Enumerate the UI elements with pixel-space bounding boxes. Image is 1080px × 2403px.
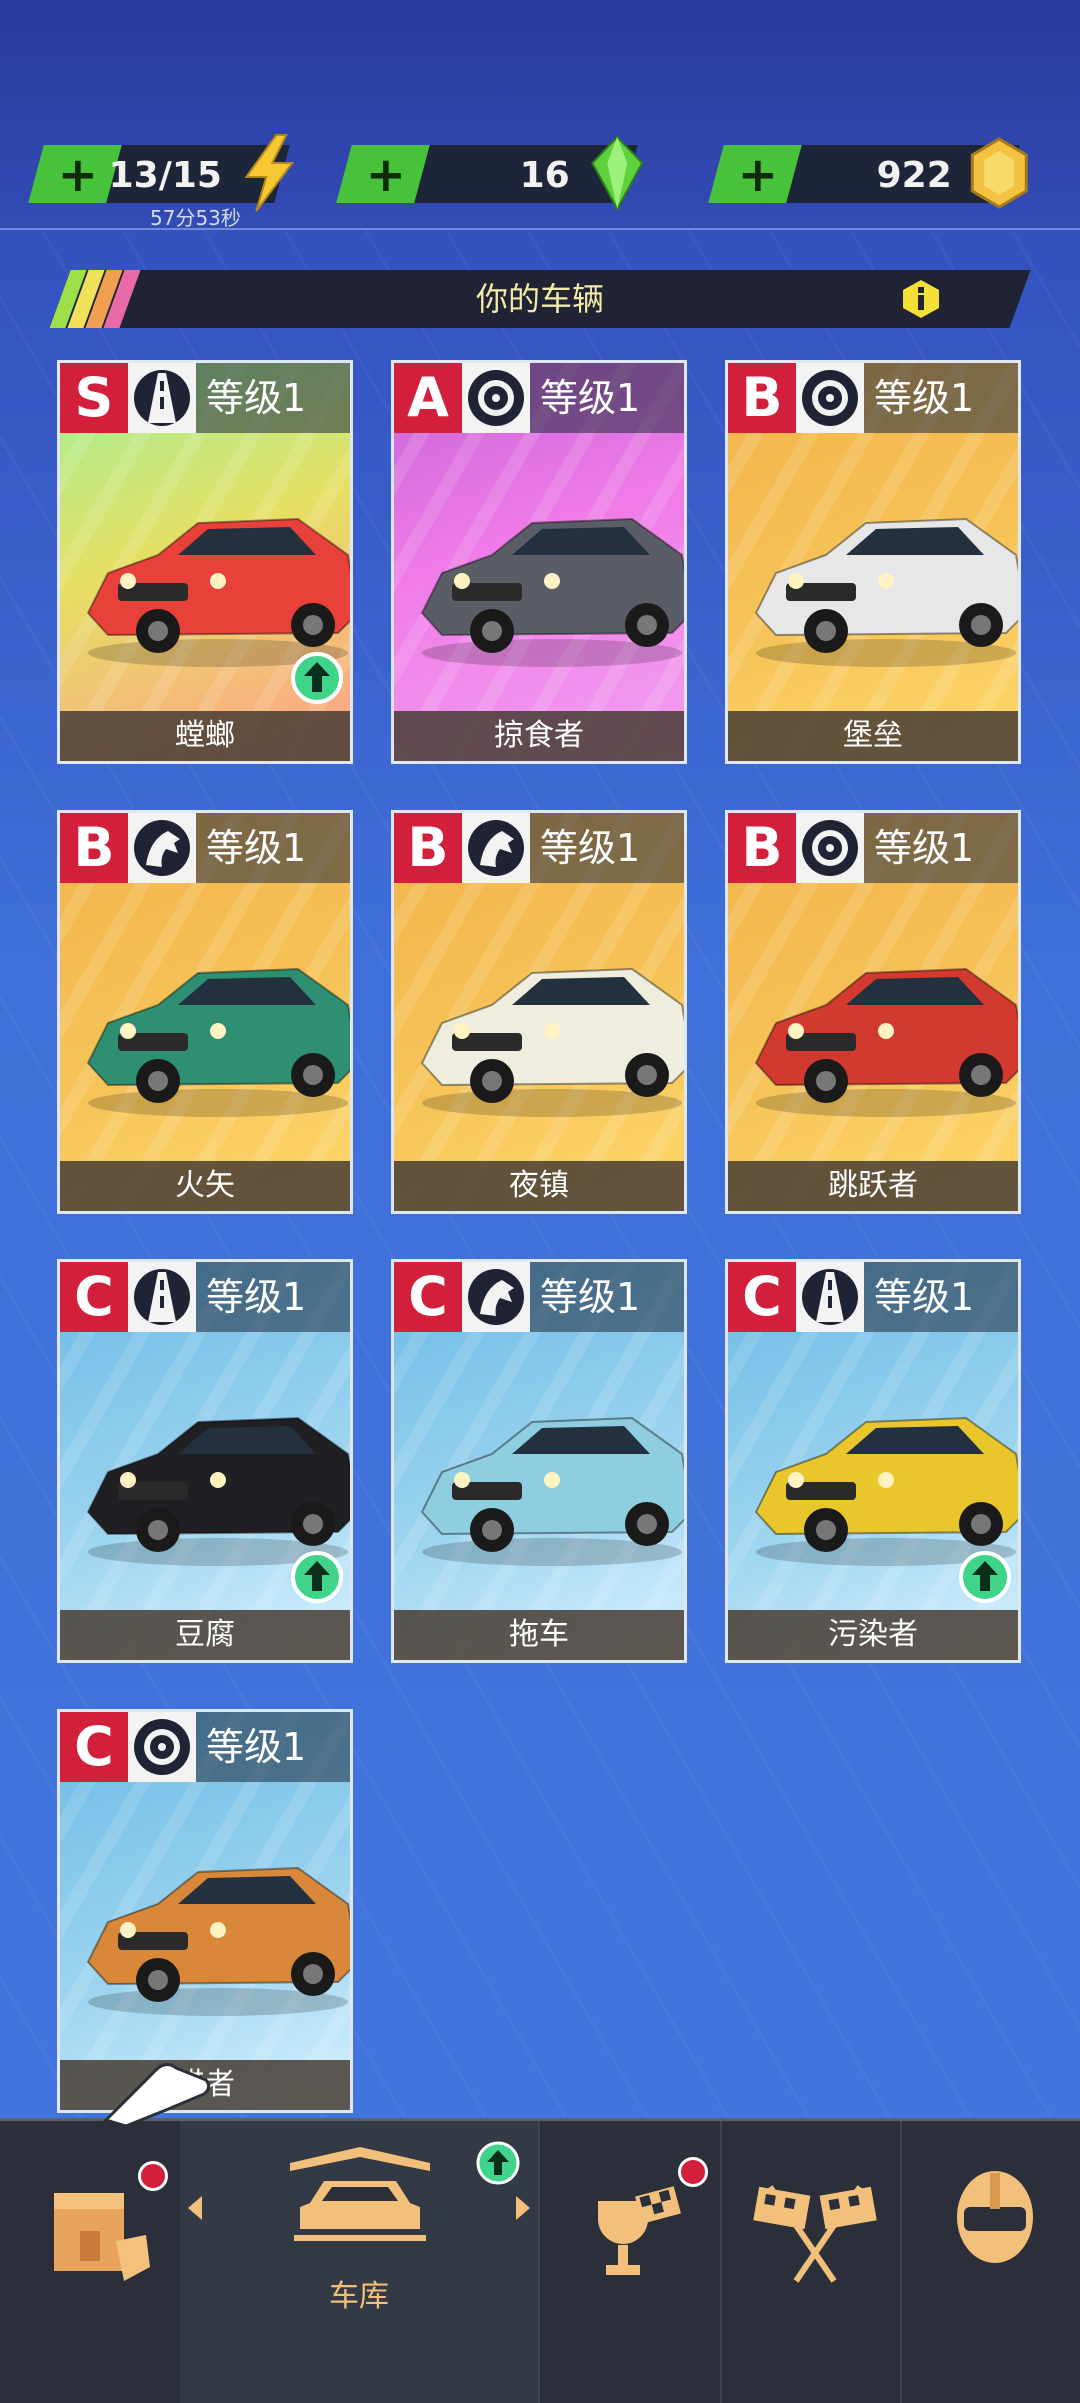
vehicle-card[interactable]: S 等级1 螳螂 xyxy=(57,360,353,764)
tab-race[interactable] xyxy=(720,2121,902,2403)
coins-value: 922 xyxy=(876,155,952,196)
level-label: 等级1 xyxy=(530,813,684,883)
vehicle-name: 夜镇 xyxy=(394,1161,684,1211)
level-label: 等级1 xyxy=(864,1262,1018,1332)
horse-icon xyxy=(462,1262,530,1332)
upgrade-available-icon xyxy=(959,1551,1011,1603)
rank-badge: A xyxy=(394,363,462,433)
wheel-icon xyxy=(796,363,864,433)
rank-badge: C xyxy=(394,1262,462,1332)
level-label: 等级1 xyxy=(530,363,684,433)
vehicle-card[interactable]: B 等级1 夜镇 xyxy=(391,810,687,1214)
car-image xyxy=(86,967,350,1117)
garage-car-icon xyxy=(290,2147,430,2241)
car-image xyxy=(754,517,1018,667)
car-image xyxy=(86,1416,350,1566)
vehicle-name: 豆腐 xyxy=(60,1610,350,1660)
notification-badge xyxy=(138,2161,168,2191)
rank-badge: B xyxy=(60,813,128,883)
car-image xyxy=(420,1416,684,1566)
lightning-icon xyxy=(244,134,295,212)
energy-timer: 57分53秒 xyxy=(150,206,241,230)
checkered-flags-icon xyxy=(753,2185,877,2283)
tab-profile[interactable] xyxy=(900,2121,1080,2403)
rank-badge: C xyxy=(728,1262,796,1332)
upgrade-arrow-icon xyxy=(476,2141,520,2185)
gems-counter: + 16 xyxy=(336,135,644,212)
rank-badge: B xyxy=(728,363,796,433)
vehicle-card[interactable]: C 等级1 豆腐 xyxy=(57,1259,353,1663)
horse-icon xyxy=(462,813,530,883)
tab-garage-label: 车库 xyxy=(329,2279,389,2314)
upgrade-available-icon xyxy=(291,1551,343,1603)
car-image xyxy=(86,517,350,667)
rank-badge: B xyxy=(728,813,796,883)
vehicle-name: 掠食者 xyxy=(394,711,684,761)
vehicle-name: 堡垒 xyxy=(728,711,1018,761)
road-icon xyxy=(128,363,196,433)
vehicle-name: 螳螂 xyxy=(60,711,350,761)
horse-icon xyxy=(128,813,196,883)
wheel-icon xyxy=(128,1712,196,1782)
energy-counter: + 13/15 xyxy=(28,134,295,212)
nav-right-arrow[interactable] xyxy=(516,2196,530,2220)
wheel-icon xyxy=(462,363,530,433)
vehicle-card[interactable]: A 等级1 掠食者 xyxy=(391,360,687,764)
rank-badge: C xyxy=(60,1262,128,1332)
vehicle-card[interactable]: C 等级1 污染者 xyxy=(725,1259,1021,1663)
level-label: 等级1 xyxy=(196,1262,350,1332)
notification-badge xyxy=(678,2157,708,2187)
level-label: 等级1 xyxy=(196,813,350,883)
car-image xyxy=(754,967,1018,1117)
add-coins-button[interactable]: + xyxy=(708,145,802,203)
helmet-icon xyxy=(957,2171,1033,2263)
rank-badge: S xyxy=(60,363,128,433)
tab-events[interactable] xyxy=(538,2121,722,2403)
shop-crate-icon xyxy=(54,2193,150,2281)
rank-badge: C xyxy=(60,1712,128,1782)
level-label: 等级1 xyxy=(196,363,350,433)
tab-garage[interactable]: 车库 xyxy=(180,2121,540,2403)
vehicle-name: 跳跃者 xyxy=(728,1161,1018,1211)
level-label: 等级1 xyxy=(864,363,1018,433)
vehicle-name: 火矢 xyxy=(60,1161,350,1211)
level-label: 等级1 xyxy=(864,813,1018,883)
energy-value: 13/15 xyxy=(108,155,222,196)
level-label: 等级1 xyxy=(196,1712,350,1782)
vehicle-name: 拖车 xyxy=(394,1610,684,1660)
car-image xyxy=(86,1866,350,2016)
tutorial-hand-icon xyxy=(103,2063,211,2128)
level-label: 等级1 xyxy=(530,1262,684,1332)
coins-counter: + 922 xyxy=(708,137,1028,209)
rank-badge: B xyxy=(394,813,462,883)
vehicle-card[interactable]: B 等级1 火矢 xyxy=(57,810,353,1214)
car-image xyxy=(420,967,684,1117)
car-image xyxy=(420,517,684,667)
vehicle-card[interactable]: C 等级1 拖车 xyxy=(391,1259,687,1663)
tab-shop[interactable] xyxy=(0,2121,182,2403)
upgrade-available-icon xyxy=(291,652,343,704)
road-icon xyxy=(796,1262,864,1332)
wheel-icon xyxy=(796,813,864,883)
coin-icon xyxy=(970,137,1028,209)
trophy-flag-icon xyxy=(598,2186,681,2275)
gems-value: 16 xyxy=(519,155,570,196)
gem-icon xyxy=(591,135,644,212)
vehicle-card[interactable]: B 等级1 堡垒 xyxy=(725,360,1021,764)
nav-left-arrow[interactable] xyxy=(188,2196,202,2220)
top-resource-bar: + 13/15 57分53秒 + 16 + 922 xyxy=(0,0,1080,230)
vehicle-name: 污染者 xyxy=(728,1610,1018,1660)
vehicle-card[interactable]: B 等级1 跳跃者 xyxy=(725,810,1021,1214)
road-icon xyxy=(128,1262,196,1332)
bottom-nav: 车库 xyxy=(0,2118,1080,2403)
car-image xyxy=(754,1416,1018,1566)
info-icon[interactable] xyxy=(900,278,942,320)
add-gems-button[interactable]: + xyxy=(336,145,430,203)
